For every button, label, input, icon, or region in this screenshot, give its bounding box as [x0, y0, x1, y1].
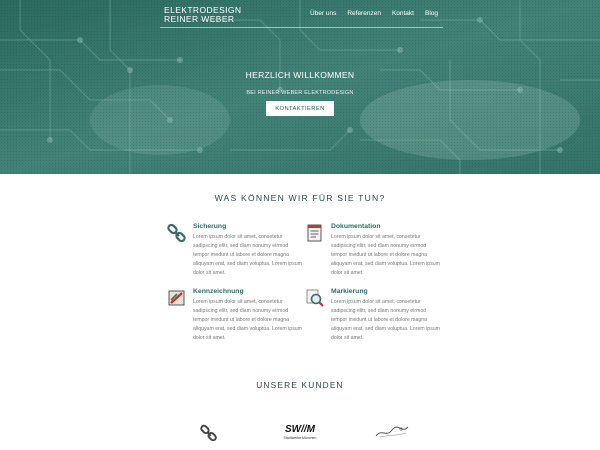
nav-item-ueber-uns[interactable]: Über uns [310, 10, 336, 17]
magnifier-icon [306, 289, 324, 307]
chain-link-icon [167, 223, 186, 243]
service-title: Kennzeichnung [193, 288, 244, 295]
client-logo-signature[interactable] [374, 424, 410, 440]
site-logo[interactable]: ELEKTRODESIGN REINER WEBER [164, 6, 241, 24]
clients-title: UNSERE KUNDEN [256, 380, 344, 390]
hero-banner: ELEKTRODESIGN REINER WEBER Über uns Refe… [0, 0, 600, 174]
main-nav: Über uns Referenzen Kontakt Blog [310, 10, 438, 17]
service-text: Lorem ipsum dolor sit amet, consetetur s… [331, 234, 440, 276]
service-title: Sicherung [193, 223, 227, 230]
service-text: Lorem ipsum dolor sit amet, consetetur s… [331, 299, 440, 341]
label-pen-icon [168, 290, 185, 306]
nav-item-referenzen[interactable]: Referenzen [347, 10, 381, 17]
logo-line-2: REINER WEBER [164, 14, 235, 24]
client-logo-swm[interactable]: SW//M Stadtwerke München [280, 424, 320, 441]
service-text: Lorem ipsum dolor sit amet, consetetur s… [193, 299, 302, 341]
top-navigation: ELEKTRODESIGN REINER WEBER Über uns Refe… [0, 0, 600, 30]
client-logo-chain-link-icon[interactable] [199, 424, 219, 442]
service-title: Dokumentation [331, 223, 381, 230]
swm-logo: SW//M [285, 424, 315, 435]
hero-subtitle: BEI REINER WEBER ELEKTRODESIGN [246, 90, 354, 96]
nav-item-blog[interactable]: Blog [425, 10, 438, 17]
swm-logo-caption: Stadtwerke München [283, 436, 317, 440]
contact-button[interactable]: KONTAKTIEREN [266, 101, 334, 116]
service-title: Markierung [331, 288, 368, 295]
header-divider [160, 27, 443, 28]
services-title: WAS KÖNNEN WIR FÜR SIE TUN? [214, 193, 386, 203]
nav-item-kontakt[interactable]: Kontakt [392, 10, 414, 17]
service-text: Lorem ipsum dolor sit amet, consetetur s… [193, 234, 302, 276]
document-icon [307, 224, 322, 242]
hero-title: HERZLICH WILLKOMMEN [245, 70, 355, 80]
